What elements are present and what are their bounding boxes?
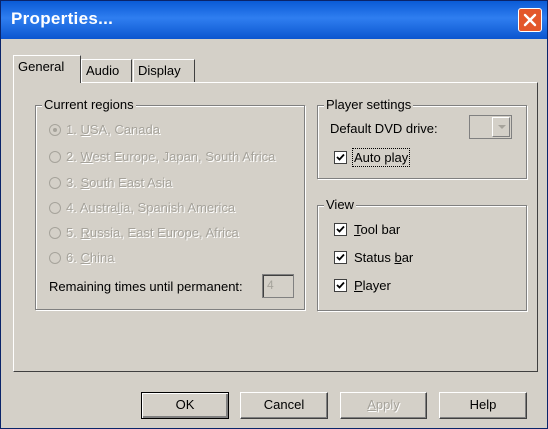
properties-dialog: Properties... General Audio Display Curr… [0, 0, 548, 429]
ok-button[interactable]: OK [141, 392, 229, 419]
checkbox-icon [334, 251, 347, 264]
close-button[interactable] [518, 8, 542, 32]
region-radio-4[interactable]: 4. Australia, Spanish America [49, 200, 235, 215]
group-title: View [324, 196, 356, 213]
region-radio-3[interactable]: 3. South East Asia [49, 175, 172, 190]
tab-general[interactable]: General [13, 55, 81, 83]
tab-label: General [18, 59, 65, 74]
checkbox-icon [334, 151, 347, 164]
close-icon [523, 13, 537, 27]
tab-audio[interactable]: Audio [81, 59, 132, 82]
region-radio-2[interactable]: 2. West Europe, Japan, South Africa [49, 149, 275, 164]
region-radio-5[interactable]: 5. Russia, East Europe, Africa [49, 225, 239, 240]
region-radio-6[interactable]: 6. China [49, 250, 114, 265]
player-checkbox[interactable]: Player [334, 278, 391, 293]
window-title: Properties... [11, 9, 114, 28]
checkbox-icon [334, 279, 347, 292]
radio-icon [49, 177, 61, 189]
help-button[interactable]: Help [439, 392, 527, 419]
title-bar[interactable]: Properties... [1, 1, 547, 39]
tab-display[interactable]: Display [133, 59, 195, 82]
checkbox-icon [334, 223, 347, 236]
radio-icon [49, 252, 61, 264]
group-title: Current regions [42, 96, 136, 113]
cancel-button[interactable]: Cancel [240, 392, 328, 419]
tab-label: Audio [86, 63, 120, 78]
status-bar-checkbox[interactable]: Status bar [334, 250, 413, 265]
default-dvd-drive-label: Default DVD drive: [330, 121, 438, 136]
tool-bar-checkbox[interactable]: Tool bar [334, 222, 400, 237]
remaining-times-label: Remaining times until permanent: [49, 279, 243, 294]
chevron-down-icon[interactable] [492, 117, 510, 137]
default-dvd-drive-select[interactable] [469, 115, 512, 139]
radio-icon [49, 227, 61, 239]
radio-icon [49, 202, 61, 214]
region-radio-1[interactable]: 1. USA, Canada [49, 122, 160, 137]
tab-label: Display [138, 63, 181, 78]
radio-icon [49, 151, 61, 163]
auto-play-checkbox[interactable]: Auto play [334, 148, 411, 167]
radio-icon [49, 124, 61, 136]
group-title: Player settings [324, 96, 414, 113]
remaining-times-field: 4 [262, 274, 294, 298]
apply-button[interactable]: Apply [340, 392, 427, 419]
auto-play-label: Auto play [351, 148, 411, 167]
